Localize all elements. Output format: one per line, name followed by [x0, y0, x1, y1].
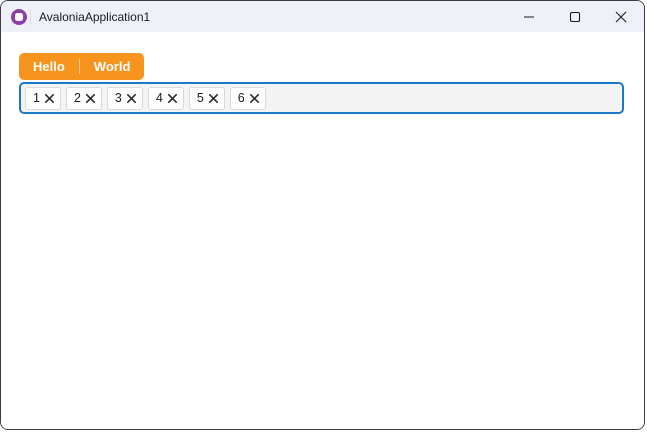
remove-tag-button[interactable]: [126, 91, 136, 106]
tag-label: 1: [33, 91, 40, 105]
tab-world-label: World: [93, 59, 131, 74]
close-button[interactable]: [598, 1, 644, 32]
tag-chip: 6: [229, 86, 266, 110]
close-icon: [167, 91, 177, 106]
tag-chip: 1: [25, 86, 61, 110]
tab-hello-label: Hello: [33, 59, 65, 74]
title-bar: AvaloniaApplication1: [1, 1, 644, 32]
window-content: Hello World 1 2 3 4 5 6: [1, 32, 644, 429]
remove-tag-button[interactable]: [249, 91, 259, 106]
close-icon: [615, 11, 627, 23]
close-icon: [44, 91, 54, 106]
maximize-button[interactable]: [552, 1, 598, 32]
minimize-icon: [523, 11, 535, 23]
app-window: AvaloniaApplication1 Hello World 1 2 3 4…: [0, 0, 645, 430]
tag-label: 5: [196, 91, 204, 105]
tab-hello[interactable]: Hello: [19, 53, 79, 80]
tab-strip: Hello World: [19, 53, 145, 80]
maximize-icon: [569, 11, 581, 23]
avalonia-logo-icon: [11, 8, 27, 25]
tag-label: 4: [155, 91, 163, 105]
tag-chip: 3: [106, 86, 143, 110]
window-title: AvaloniaApplication1: [39, 9, 151, 24]
tab-world[interactable]: World: [80, 53, 145, 80]
tag-chip: 4: [147, 86, 184, 110]
close-icon: [208, 91, 218, 106]
tag-label: 2: [73, 91, 81, 105]
tag-label: 3: [114, 91, 122, 105]
caption-buttons: [506, 1, 644, 32]
tag-chip: 2: [65, 86, 102, 110]
close-icon: [126, 91, 136, 106]
remove-tag-button[interactable]: [44, 91, 54, 106]
titlebar-divider: [30, 8, 31, 25]
remove-tag-button[interactable]: [85, 91, 95, 106]
remove-tag-button[interactable]: [167, 91, 177, 106]
tag-chip: 5: [188, 86, 225, 110]
close-icon: [85, 91, 95, 106]
close-icon: [249, 91, 259, 106]
remove-tag-button[interactable]: [208, 91, 218, 106]
minimize-button[interactable]: [506, 1, 552, 32]
tags-input-box[interactable]: 1 2 3 4 5 6: [19, 82, 624, 114]
tag-label: 6: [237, 91, 245, 105]
